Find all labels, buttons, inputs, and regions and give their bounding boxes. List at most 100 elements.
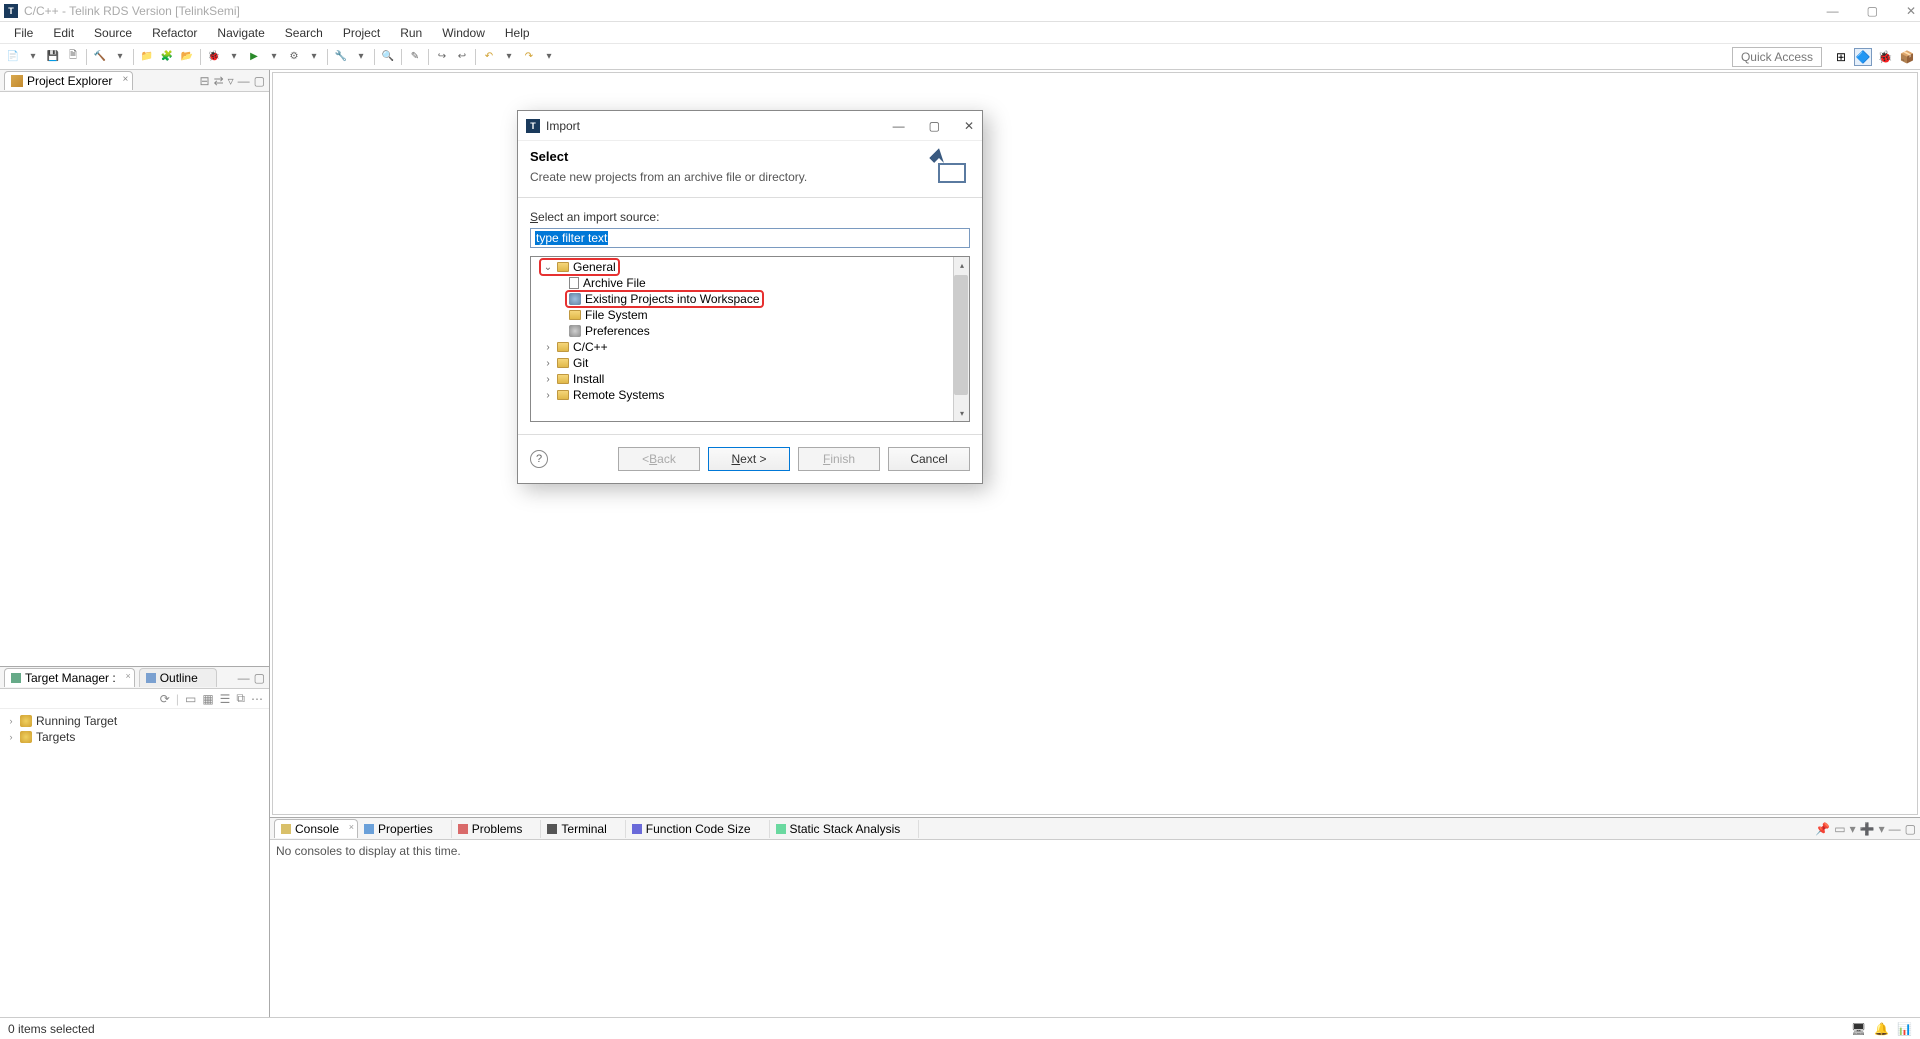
back-icon[interactable]: ↶ xyxy=(480,48,498,66)
status-icon[interactable]: 🔔 xyxy=(1874,1022,1889,1036)
tree-node-git[interactable]: › Git xyxy=(535,355,965,371)
chevron-right-icon[interactable]: › xyxy=(543,342,553,353)
dropdown-icon[interactable]: ▾ xyxy=(111,48,129,66)
dialog-maximize-button[interactable]: ▢ xyxy=(929,119,940,133)
minimize-view-icon[interactable]: — xyxy=(238,671,250,685)
tree-node-remote[interactable]: › Remote Systems xyxy=(535,387,965,403)
menu-source[interactable]: Source xyxy=(84,24,142,42)
profile-icon[interactable]: ⚙ xyxy=(285,48,303,66)
dropdown-icon[interactable]: ▾ xyxy=(225,48,243,66)
terminal-tab[interactable]: Terminal xyxy=(541,820,625,838)
external-tools-icon[interactable]: 🔧 xyxy=(332,48,350,66)
chevron-right-icon[interactable]: › xyxy=(543,390,553,401)
new-project-icon[interactable]: 📁 xyxy=(138,48,156,66)
close-icon[interactable]: × xyxy=(125,671,130,681)
minimize-view-icon[interactable]: — xyxy=(238,74,250,88)
list-icon[interactable]: ☰ xyxy=(220,692,231,706)
close-button[interactable]: ✕ xyxy=(1906,4,1916,18)
scroll-up-icon[interactable]: ▴ xyxy=(954,257,970,273)
dropdown-icon[interactable]: ▾ xyxy=(540,48,558,66)
dialog-close-button[interactable]: ✕ xyxy=(964,119,974,133)
menu-refactor[interactable]: Refactor xyxy=(142,24,207,42)
pin-console-icon[interactable]: 📌 xyxy=(1815,822,1830,836)
tree-node-targets[interactable]: › Targets xyxy=(6,729,263,745)
debug-perspective-icon[interactable]: 🐞 xyxy=(1876,48,1894,66)
open-type-icon[interactable]: 🔍 xyxy=(379,48,397,66)
menu-search[interactable]: Search xyxy=(275,24,333,42)
dropdown-icon[interactable]: ▾ xyxy=(1879,822,1885,836)
status-icon[interactable]: 📊 xyxy=(1897,1022,1912,1036)
menu-project[interactable]: Project xyxy=(333,24,390,42)
dropdown-icon[interactable]: ▾ xyxy=(352,48,370,66)
layout-icon[interactable]: ▭ xyxy=(185,692,196,706)
run-icon[interactable]: ▶ xyxy=(245,48,263,66)
scrollbar[interactable]: ▴ ▾ xyxy=(953,257,969,421)
forward-icon[interactable]: ↷ xyxy=(520,48,538,66)
grid-icon[interactable]: ▦ xyxy=(202,692,213,706)
close-icon[interactable]: × xyxy=(123,74,129,85)
function-code-size-tab[interactable]: Function Code Size xyxy=(626,820,770,838)
copy-icon[interactable]: ⧉ xyxy=(236,691,245,706)
minimize-view-icon[interactable]: — xyxy=(1889,822,1901,836)
debug-icon[interactable]: 🐞 xyxy=(205,48,223,66)
next-button[interactable]: Next > xyxy=(708,447,790,471)
new-console-icon[interactable]: ➕ xyxy=(1860,822,1875,836)
static-stack-tab[interactable]: Static Stack Analysis xyxy=(770,820,920,838)
menu-window[interactable]: Window xyxy=(432,24,495,42)
maximize-view-icon[interactable]: ▢ xyxy=(1905,822,1916,836)
project-explorer-tab[interactable]: Project Explorer × xyxy=(4,71,133,90)
status-icon[interactable]: 🖥 xyxy=(1851,1022,1866,1036)
target-manager-tree[interactable]: › Running Target › Targets xyxy=(0,709,269,749)
resource-perspective-icon[interactable]: 📦 xyxy=(1898,48,1916,66)
chevron-right-icon[interactable]: › xyxy=(6,732,16,742)
tree-node-running-target[interactable]: › Running Target xyxy=(6,713,263,729)
menu-file[interactable]: File xyxy=(4,24,43,42)
finish-button[interactable]: Finish xyxy=(798,447,880,471)
menu-help[interactable]: Help xyxy=(495,24,540,42)
save-icon[interactable]: 💾 xyxy=(44,48,62,66)
menu-run[interactable]: Run xyxy=(390,24,432,42)
filter-input[interactable]: type filter text xyxy=(530,228,970,248)
refresh-icon[interactable]: ⟳ xyxy=(160,692,170,706)
view-menu-icon[interactable]: ▿ xyxy=(228,74,234,88)
save-all-icon[interactable]: 🗎 xyxy=(64,48,82,66)
maximize-button[interactable]: ▢ xyxy=(1867,4,1878,18)
back-button[interactable]: < Back xyxy=(618,447,700,471)
more-icon[interactable]: ⋯ xyxy=(251,692,263,706)
dropdown-icon[interactable]: ▾ xyxy=(1850,822,1856,836)
prev-annotation-icon[interactable]: ↩ xyxy=(453,48,471,66)
new-class-icon[interactable]: 🧩 xyxy=(158,48,176,66)
dialog-titlebar[interactable]: T Import — ▢ ✕ xyxy=(518,111,982,141)
dialog-minimize-button[interactable]: — xyxy=(893,119,905,133)
maximize-view-icon[interactable]: ▢ xyxy=(254,74,265,88)
problems-tab[interactable]: Problems xyxy=(452,820,542,838)
cancel-button[interactable]: Cancel xyxy=(888,447,970,471)
close-icon[interactable]: × xyxy=(349,822,354,832)
outline-tab[interactable]: Outline xyxy=(139,668,217,687)
import-source-tree[interactable]: ▴ ▾ ⌄ General Archive File xyxy=(530,256,970,422)
chevron-right-icon[interactable]: › xyxy=(6,716,16,726)
new-folder-icon[interactable]: 📂 xyxy=(178,48,196,66)
new-button-icon[interactable]: 📄 xyxy=(4,48,22,66)
tree-node-cpp[interactable]: › C/C++ xyxy=(535,339,965,355)
tree-node-preferences[interactable]: Preferences xyxy=(535,323,965,339)
menu-navigate[interactable]: Navigate xyxy=(207,24,274,42)
build-icon[interactable]: 🔨 xyxy=(91,48,109,66)
display-console-icon[interactable]: ▭ xyxy=(1834,822,1845,836)
properties-tab[interactable]: Properties xyxy=(358,820,452,838)
tree-node-install[interactable]: › Install xyxy=(535,371,965,387)
dropdown-icon[interactable]: ▾ xyxy=(265,48,283,66)
next-annotation-icon[interactable]: ↪ xyxy=(433,48,451,66)
chevron-right-icon[interactable]: › xyxy=(543,358,553,369)
scroll-thumb[interactable] xyxy=(954,275,968,395)
dropdown-icon[interactable]: ▾ xyxy=(305,48,323,66)
help-icon[interactable]: ? xyxy=(530,450,548,468)
tree-node-archive-file[interactable]: Archive File xyxy=(535,275,965,291)
tree-node-existing-projects[interactable]: Existing Projects into Workspace xyxy=(535,291,965,307)
open-perspective-icon[interactable]: ⊞ xyxy=(1832,48,1850,66)
chevron-right-icon[interactable]: › xyxy=(543,374,553,385)
toggle-mark-icon[interactable]: ✎ xyxy=(406,48,424,66)
menu-edit[interactable]: Edit xyxy=(43,24,84,42)
collapse-all-icon[interactable]: ⊟ xyxy=(200,74,210,88)
maximize-view-icon[interactable]: ▢ xyxy=(254,671,265,685)
